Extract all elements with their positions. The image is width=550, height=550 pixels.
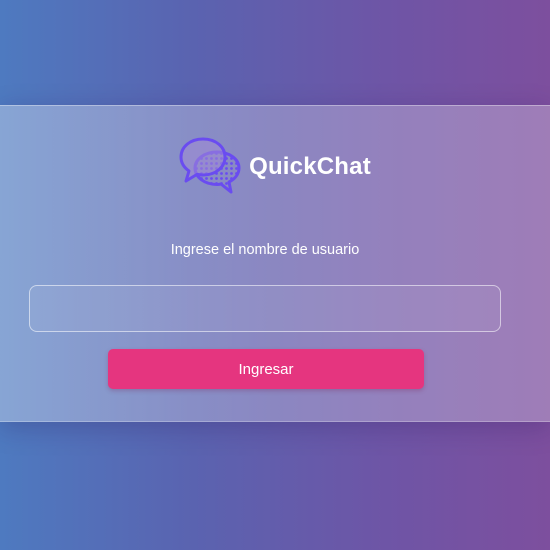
app-name: QuickChat: [249, 153, 371, 180]
username-prompt: Ingrese el nombre de usuario: [170, 242, 360, 258]
brand: QuickChat: [0, 136, 550, 198]
login-panel: QuickChat Ingrese el nombre de usuario I…: [0, 105, 550, 422]
username-input[interactable]: [29, 285, 501, 332]
login-button[interactable]: Ingresar: [108, 349, 424, 389]
chat-bubbles-icon: [179, 137, 241, 194]
